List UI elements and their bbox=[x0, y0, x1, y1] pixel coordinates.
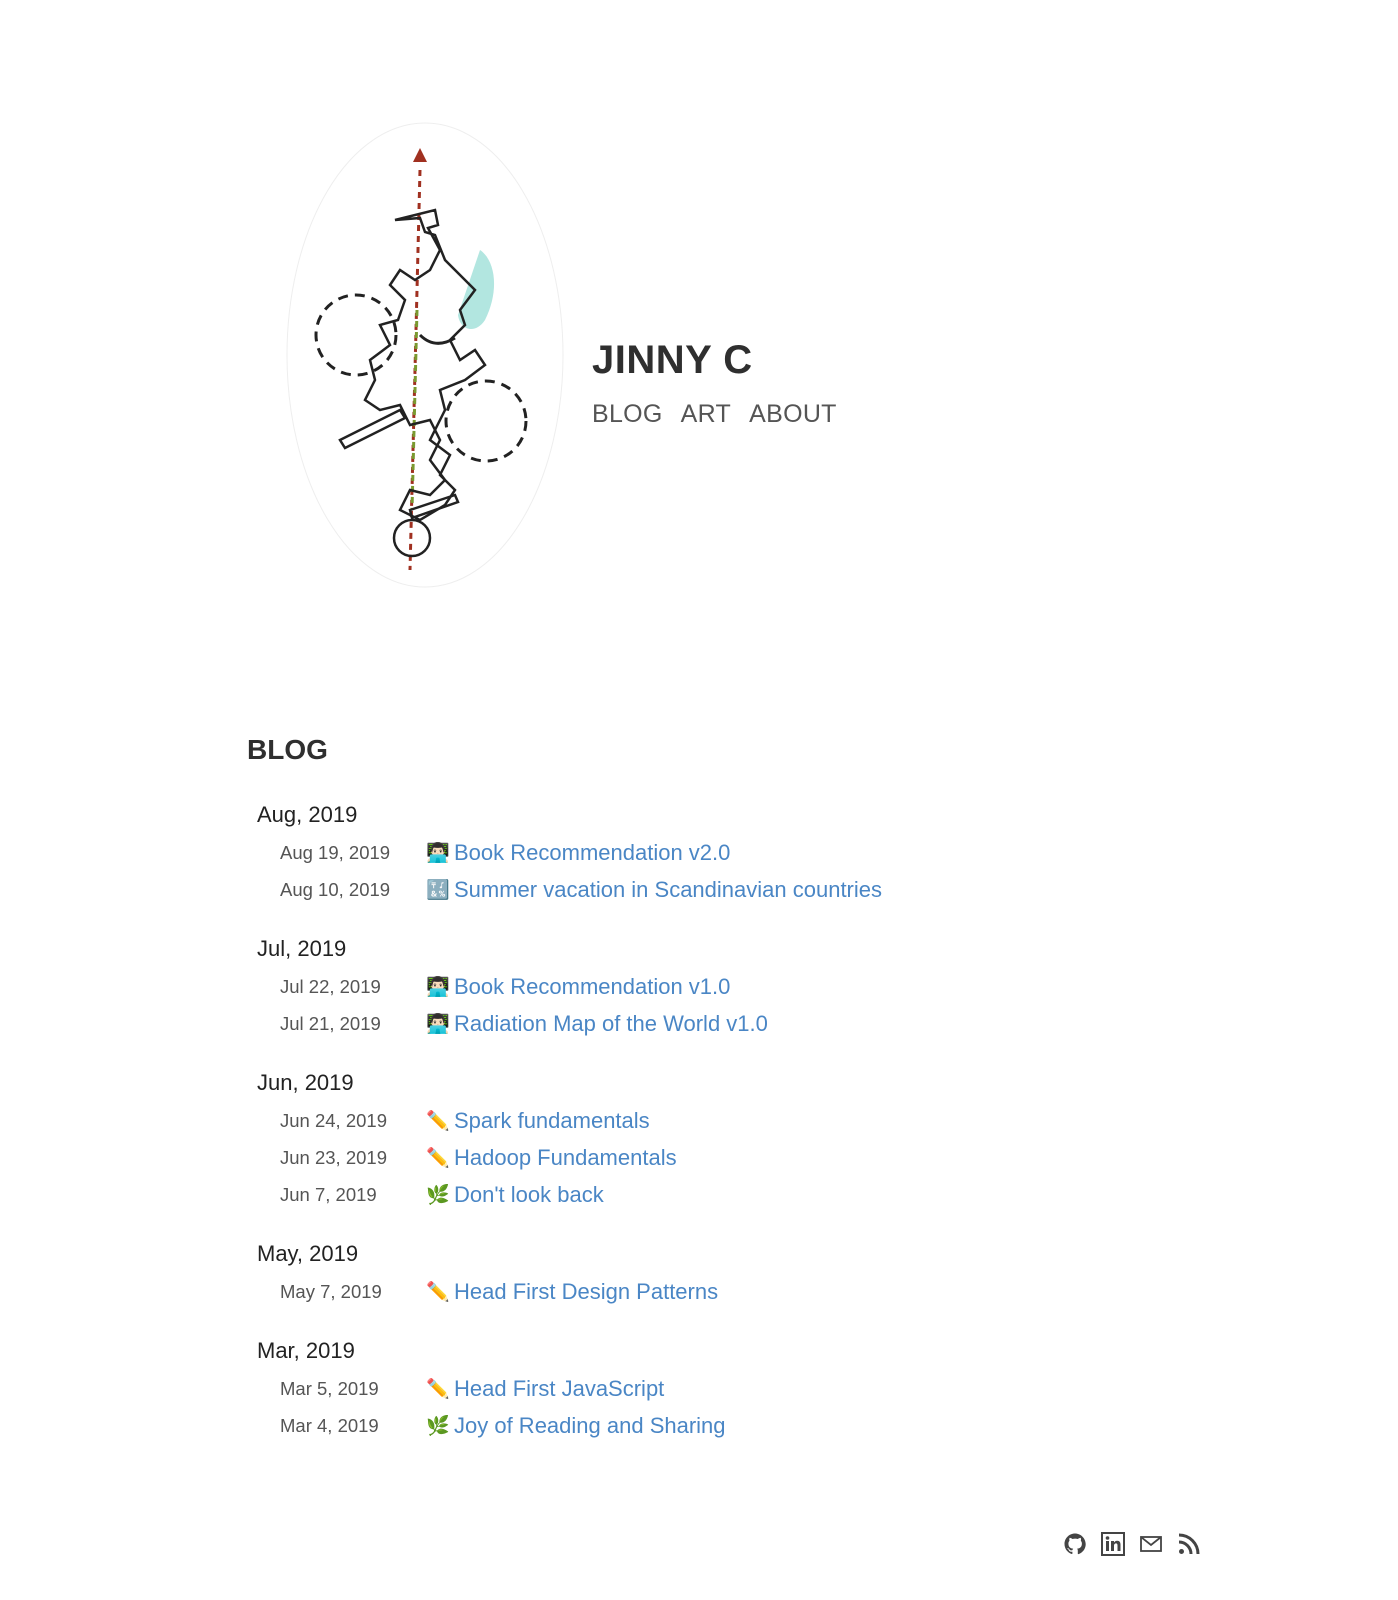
post-link[interactable]: Hadoop Fundamentals bbox=[454, 1145, 677, 1171]
post-link[interactable]: Head First JavaScript bbox=[454, 1376, 664, 1402]
blog-heading: BLOG bbox=[247, 734, 328, 765]
post-item: May 7, 2019 ✏️ Head First Design Pattern… bbox=[257, 1273, 1157, 1310]
technologist-icon: 👨🏻‍💻 bbox=[426, 976, 450, 998]
social-links bbox=[1063, 1532, 1201, 1556]
post-date: Jun 23, 2019 bbox=[280, 1146, 387, 1168]
post-link[interactable]: Head First Design Patterns bbox=[454, 1279, 718, 1305]
site-header: JINNY C BLOG ART ABOUT bbox=[280, 110, 980, 600]
post-item: Jul 21, 2019 👨🏻‍💻 Radiation Map of the W… bbox=[257, 1005, 1157, 1042]
post-date: Jun 7, 2019 bbox=[280, 1183, 377, 1205]
post-date: Aug 19, 2019 bbox=[280, 841, 391, 863]
post-date: Jun 24, 2019 bbox=[280, 1109, 387, 1131]
post-date: Aug 10, 2019 bbox=[280, 878, 391, 900]
post-link[interactable]: Summer vacation in Scandinavian countrie… bbox=[454, 877, 882, 903]
post-item: Mar 5, 2019 ✏️ Head First JavaScript bbox=[257, 1370, 1157, 1407]
post-link[interactable]: Book Recommendation v2.0 bbox=[454, 840, 730, 866]
month-group: Jun, 2019 Jun 24, 2019 ✏️ Spark fundamen… bbox=[257, 1064, 1157, 1213]
month-group: May, 2019 May 7, 2019 ✏️ Head First Desi… bbox=[257, 1235, 1157, 1310]
post-item: Jul 22, 2019 👨🏻‍💻 Book Recommendation v1… bbox=[257, 968, 1157, 1005]
main-nav: BLOG ART ABOUT bbox=[592, 400, 837, 429]
site-logo[interactable] bbox=[280, 110, 570, 600]
pencil-icon: ✏️ bbox=[426, 1110, 450, 1132]
pencil-icon: ✏️ bbox=[426, 1378, 450, 1400]
post-link[interactable]: Radiation Map of the World v1.0 bbox=[454, 1011, 768, 1037]
herb-icon: 🌿 bbox=[426, 1184, 450, 1206]
post-date: Mar 4, 2019 bbox=[280, 1414, 379, 1436]
technologist-icon: 👨🏻‍💻 bbox=[426, 1013, 450, 1035]
post-item: Jun 7, 2019 🌿 Don't look back bbox=[257, 1176, 1157, 1213]
mail-icon[interactable] bbox=[1139, 1532, 1163, 1556]
pencil-icon: ✏️ bbox=[426, 1147, 450, 1169]
technologist-icon: 👨🏻‍💻 bbox=[426, 842, 450, 864]
post-item: Mar 4, 2019 🌿 Joy of Reading and Sharing bbox=[257, 1407, 1157, 1444]
site-title[interactable]: JINNY C bbox=[592, 338, 753, 383]
month-group: Aug, 2019 Aug 19, 2019 👨🏻‍💻 Book Recomme… bbox=[257, 796, 1157, 908]
post-item: Aug 10, 2019 🔣 Summer vacation in Scandi… bbox=[257, 871, 1157, 908]
herb-icon: 🌿 bbox=[426, 1415, 450, 1437]
post-link[interactable]: Don't look back bbox=[454, 1182, 604, 1208]
linkedin-icon[interactable] bbox=[1101, 1532, 1125, 1556]
nav-blog[interactable]: BLOG bbox=[592, 400, 663, 429]
month-group: Mar, 2019 Mar 5, 2019 ✏️ Head First Java… bbox=[257, 1332, 1157, 1444]
github-icon[interactable] bbox=[1063, 1532, 1087, 1556]
post-date: Jul 22, 2019 bbox=[280, 975, 381, 997]
post-date: Mar 5, 2019 bbox=[280, 1377, 379, 1399]
post-date: May 7, 2019 bbox=[280, 1280, 382, 1302]
rss-icon[interactable] bbox=[1177, 1532, 1201, 1556]
post-link[interactable]: Joy of Reading and Sharing bbox=[454, 1413, 726, 1439]
symbols-icon: 🔣 bbox=[426, 879, 450, 901]
post-link[interactable]: Book Recommendation v1.0 bbox=[454, 974, 730, 1000]
month-label: Jun, 2019 bbox=[257, 1070, 354, 1095]
nav-about[interactable]: ABOUT bbox=[749, 400, 837, 429]
post-item: Jun 23, 2019 ✏️ Hadoop Fundamentals bbox=[257, 1139, 1157, 1176]
post-date: Jul 21, 2019 bbox=[280, 1012, 381, 1034]
month-label: May, 2019 bbox=[257, 1241, 359, 1266]
month-label: Aug, 2019 bbox=[257, 802, 358, 827]
month-label: Mar, 2019 bbox=[257, 1338, 355, 1363]
month-group: Jul, 2019 Jul 22, 2019 👨🏻‍💻 Book Recomme… bbox=[257, 930, 1157, 1042]
post-item: Aug 19, 2019 👨🏻‍💻 Book Recommendation v2… bbox=[257, 834, 1157, 871]
pencil-icon: ✏️ bbox=[426, 1281, 450, 1303]
month-label: Jul, 2019 bbox=[257, 936, 347, 961]
nav-art[interactable]: ART bbox=[681, 400, 731, 429]
post-archive: Aug, 2019 Aug 19, 2019 👨🏻‍💻 Book Recomme… bbox=[257, 796, 1157, 1466]
post-link[interactable]: Spark fundamentals bbox=[454, 1108, 650, 1134]
post-item: Jun 24, 2019 ✏️ Spark fundamentals bbox=[257, 1102, 1157, 1139]
